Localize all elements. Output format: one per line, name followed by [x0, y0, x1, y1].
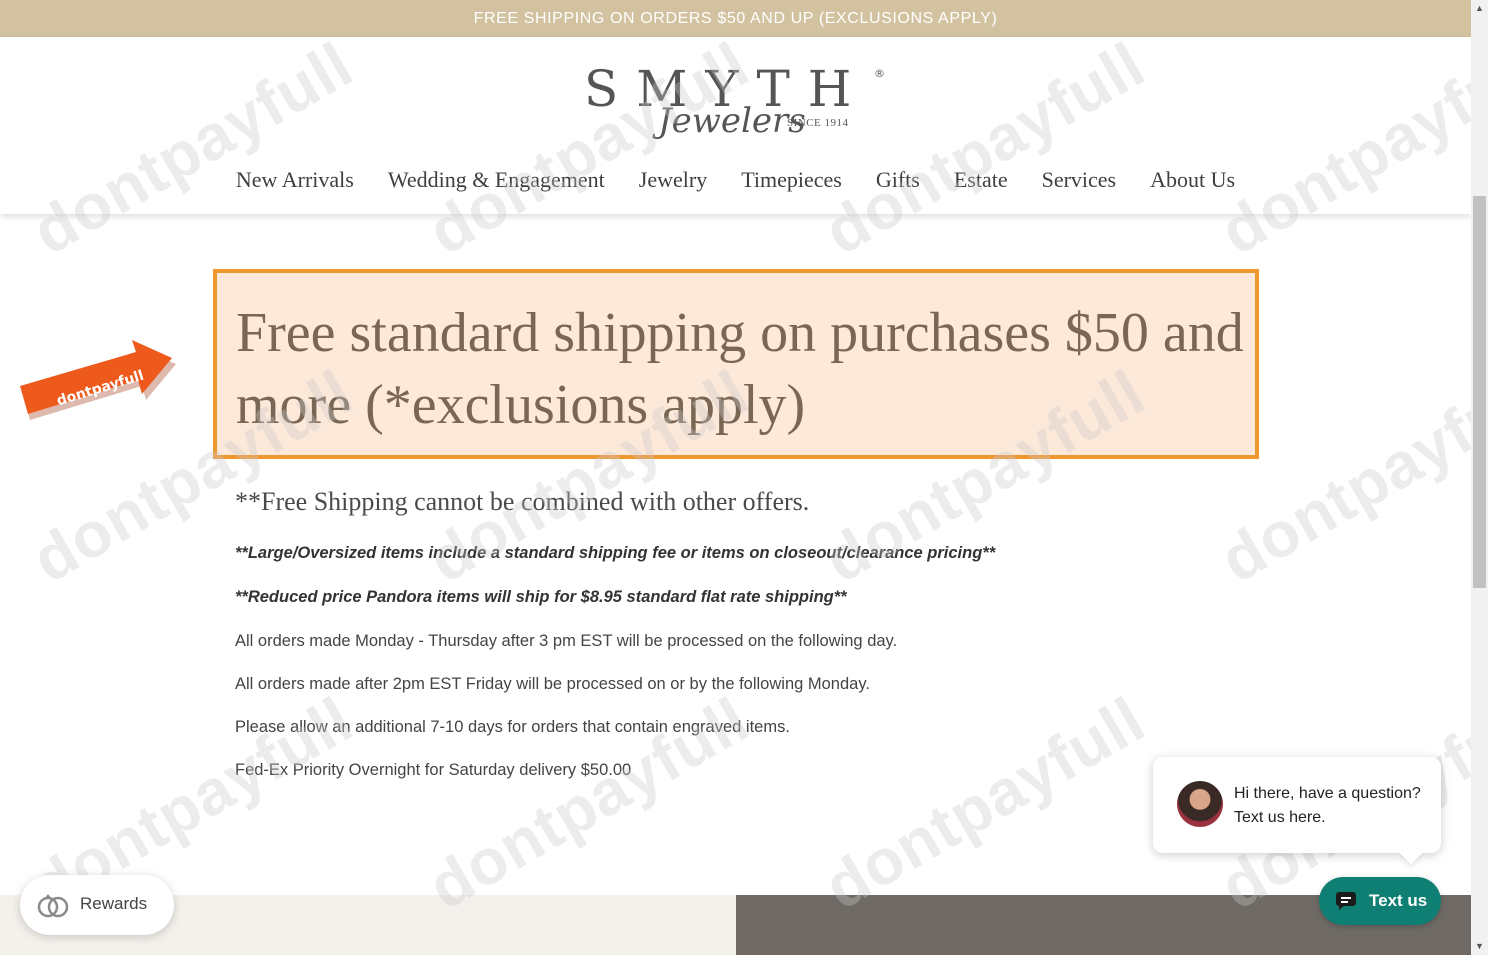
main-nav: New Arrivals Wedding & Engagement Jewelr… [0, 165, 1471, 195]
text-us-button[interactable]: Text us [1319, 877, 1441, 925]
nav-services[interactable]: Services [1042, 165, 1117, 195]
dontpayfull-arrow-badge: dontpayfull [20, 340, 176, 420]
text-us-label: Text us [1369, 891, 1428, 910]
shipping-heading: Free standard shipping on purchases $50 … [236, 302, 1244, 436]
oversized-items-note: **Large/Oversized items include a standa… [235, 544, 996, 562]
site-header: SMYTH ® Jewelers SINCE 1914 New Arrivals… [0, 37, 1471, 214]
logo-script: Jewelers [658, 101, 806, 141]
nav-gifts[interactable]: Gifts [876, 165, 920, 195]
announcement-text: FREE SHIPPING ON ORDERS $50 AND UP (EXCL… [473, 10, 998, 27]
logo-registered-mark: ® [874, 67, 885, 80]
nav-jewelry[interactable]: Jewelry [639, 165, 707, 195]
announcement-bar[interactable]: FREE SHIPPING ON ORDERS $50 AND UP (EXCL… [0, 0, 1471, 37]
nav-new-arrivals[interactable]: New Arrivals [236, 165, 354, 195]
fedex-overnight-text: Fed-Ex Priority Overnight for Saturday d… [235, 761, 632, 779]
chat-greeting-popup[interactable]: Hi there, have a question? Text us here. [1153, 757, 1441, 865]
page: FREE SHIPPING ON ORDERS $50 AND UP (EXCL… [0, 0, 1471, 955]
engraved-items-text: Please allow an additional 7-10 days for… [235, 718, 790, 736]
vertical-scrollbar[interactable]: ▲ ▼ [1471, 0, 1488, 955]
shipping-details: **Free Shipping cannot be combined with … [235, 484, 1235, 802]
combined-offers-note: **Free Shipping cannot be combined with … [235, 487, 810, 516]
rewards-button[interactable]: Rewards [20, 875, 174, 935]
rewards-label: Rewards [80, 894, 148, 913]
nav-timepieces[interactable]: Timepieces [741, 165, 842, 195]
pandora-items-note: **Reduced price Pandora items will ship … [235, 588, 847, 606]
scrollbar-thumb[interactable] [1473, 196, 1486, 588]
scroll-up-arrow-icon[interactable]: ▲ [1471, 0, 1488, 17]
chat-icon [1336, 892, 1356, 910]
nav-estate[interactable]: Estate [954, 165, 1008, 195]
friday-processing-text: All orders made after 2pm EST Friday wil… [235, 675, 870, 693]
shipping-highlight-box: Free standard shipping on purchases $50 … [213, 269, 1259, 459]
weekday-processing-text: All orders made Monday - Thursday after … [235, 632, 898, 650]
agent-avatar [1177, 781, 1223, 827]
chat-bubble-tail [1399, 841, 1423, 865]
nav-wedding-engagement[interactable]: Wedding & Engagement [388, 165, 605, 195]
rings-icon [37, 894, 69, 918]
smyth-jewelers-logo[interactable]: SMYTH ® Jewelers SINCE 1914 [580, 61, 890, 145]
logo-since: SINCE 1914 [787, 117, 849, 129]
scroll-down-arrow-icon[interactable]: ▼ [1471, 938, 1488, 955]
chat-greeting-text: Hi there, have a question? Text us here. [1234, 785, 1421, 826]
nav-about-us[interactable]: About Us [1150, 165, 1235, 195]
